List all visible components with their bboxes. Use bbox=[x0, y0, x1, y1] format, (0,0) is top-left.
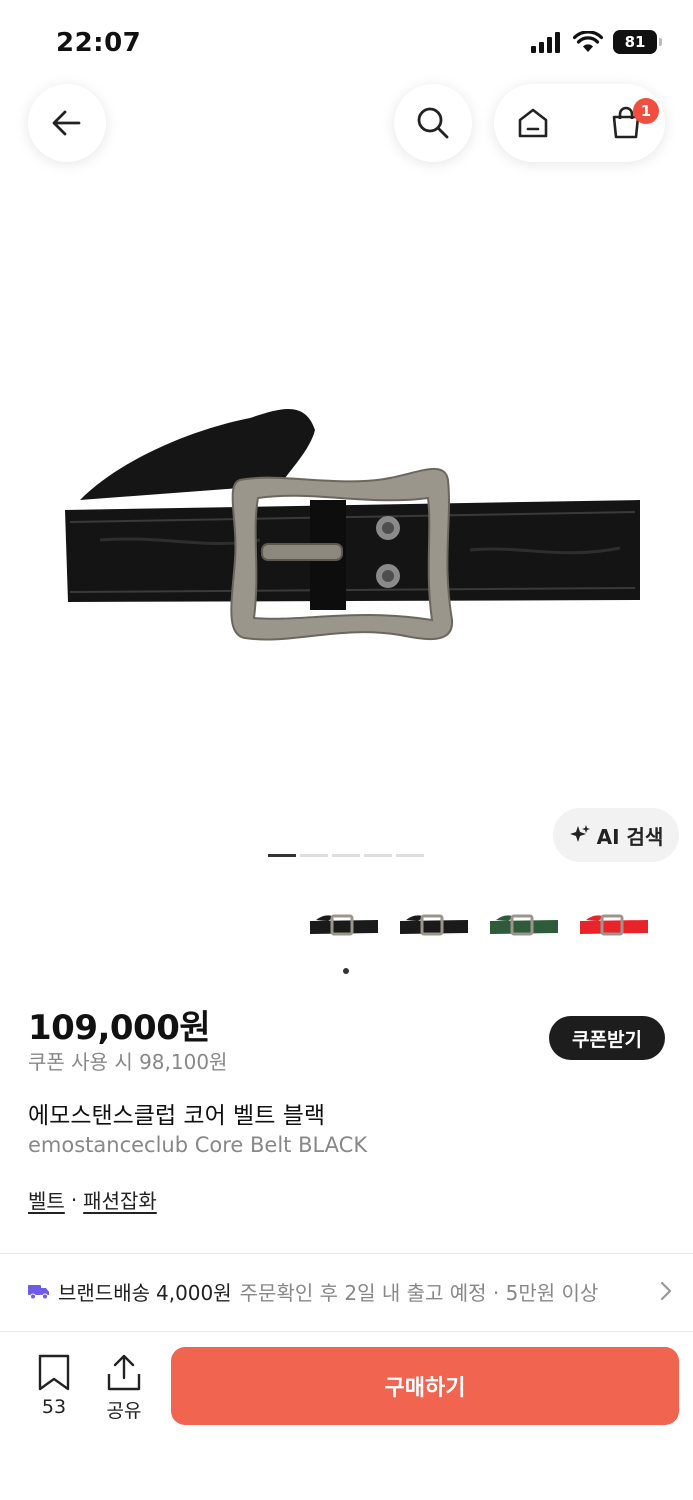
product-name-en: emostanceclub Core Belt BLACK bbox=[28, 1133, 368, 1157]
cart-badge: 1 bbox=[633, 98, 659, 124]
delivery-truck-icon bbox=[28, 1285, 49, 1300]
category-link-belt[interactable]: 벨트 bbox=[28, 1185, 65, 1214]
nav-pill: 1 bbox=[494, 84, 665, 162]
ai-search-button[interactable]: AI 검색 bbox=[553, 808, 679, 862]
share-icon bbox=[107, 1354, 141, 1391]
status-icons: 81 bbox=[531, 30, 662, 54]
variant-swatch-red[interactable] bbox=[576, 900, 652, 948]
back-button[interactable] bbox=[28, 84, 106, 162]
wishlist-count: 53 bbox=[41, 1396, 67, 1418]
pager-dot bbox=[396, 854, 424, 857]
share-button[interactable]: 공유 bbox=[98, 1354, 150, 1423]
product-price: 109,000원 bbox=[28, 1008, 211, 1048]
category-breadcrumb: 벨트 · 패션잡화 bbox=[28, 1185, 157, 1214]
variant-swatch-black-2[interactable] bbox=[396, 900, 472, 948]
home-icon bbox=[518, 108, 548, 138]
bottom-action-bar: 53 공유 구매하기 bbox=[0, 1332, 693, 1500]
pager-dot bbox=[300, 854, 328, 857]
home-button[interactable] bbox=[494, 84, 572, 162]
cart-button[interactable]: 1 bbox=[587, 84, 665, 162]
product-name-ko: 에모스탠스클럽 코어 벨트 블랙 bbox=[28, 1103, 326, 1129]
pager-dot-active bbox=[268, 854, 296, 857]
status-bar: 22:07 81 bbox=[0, 0, 693, 80]
pager-dot bbox=[364, 854, 392, 857]
shipping-info-row[interactable]: 브랜드배송 4,000원 주문확인 후 2일 내 출고 예정 · 5만원 이상 bbox=[28, 1276, 673, 1306]
buy-button[interactable]: 구매하기 bbox=[171, 1347, 679, 1425]
divider bbox=[0, 1253, 693, 1254]
wishlist-button[interactable]: 53 bbox=[28, 1354, 80, 1418]
coupon-price: 쿠폰 사용 시 98,100원 bbox=[28, 1050, 228, 1074]
status-time: 22:07 bbox=[56, 28, 142, 58]
category-link-fashion-goods[interactable]: 패션잡화 bbox=[83, 1185, 157, 1214]
wifi-icon bbox=[573, 31, 603, 52]
shipping-label: 브랜드배송 bbox=[58, 1280, 150, 1305]
signal-icon bbox=[531, 32, 560, 53]
variant-swatches bbox=[306, 900, 652, 948]
share-label: 공유 bbox=[106, 1400, 142, 1422]
pager-dot bbox=[332, 854, 360, 857]
category-separator: · bbox=[70, 1187, 78, 1212]
shipping-detail: 주문확인 후 2일 내 출고 예정 · 5만원 이상 bbox=[239, 1280, 599, 1305]
search-icon bbox=[417, 107, 449, 139]
product-image[interactable] bbox=[40, 300, 653, 680]
arrow-left-icon bbox=[52, 110, 81, 136]
variant-swatch-green[interactable] bbox=[486, 900, 562, 948]
search-button[interactable] bbox=[394, 84, 472, 162]
variant-indicator-dot bbox=[343, 968, 349, 974]
bookmark-icon bbox=[38, 1354, 70, 1391]
ai-search-label: AI 검색 bbox=[596, 824, 664, 849]
sparkle-icon bbox=[569, 825, 590, 842]
variant-swatch-black-1[interactable] bbox=[306, 900, 382, 948]
get-coupon-button[interactable]: 쿠폰받기 bbox=[549, 1016, 665, 1060]
battery-indicator: 81 bbox=[613, 30, 662, 54]
chevron-right-icon bbox=[660, 1281, 672, 1301]
shipping-fee: 4,000원 bbox=[156, 1280, 232, 1305]
image-pager bbox=[268, 854, 424, 857]
